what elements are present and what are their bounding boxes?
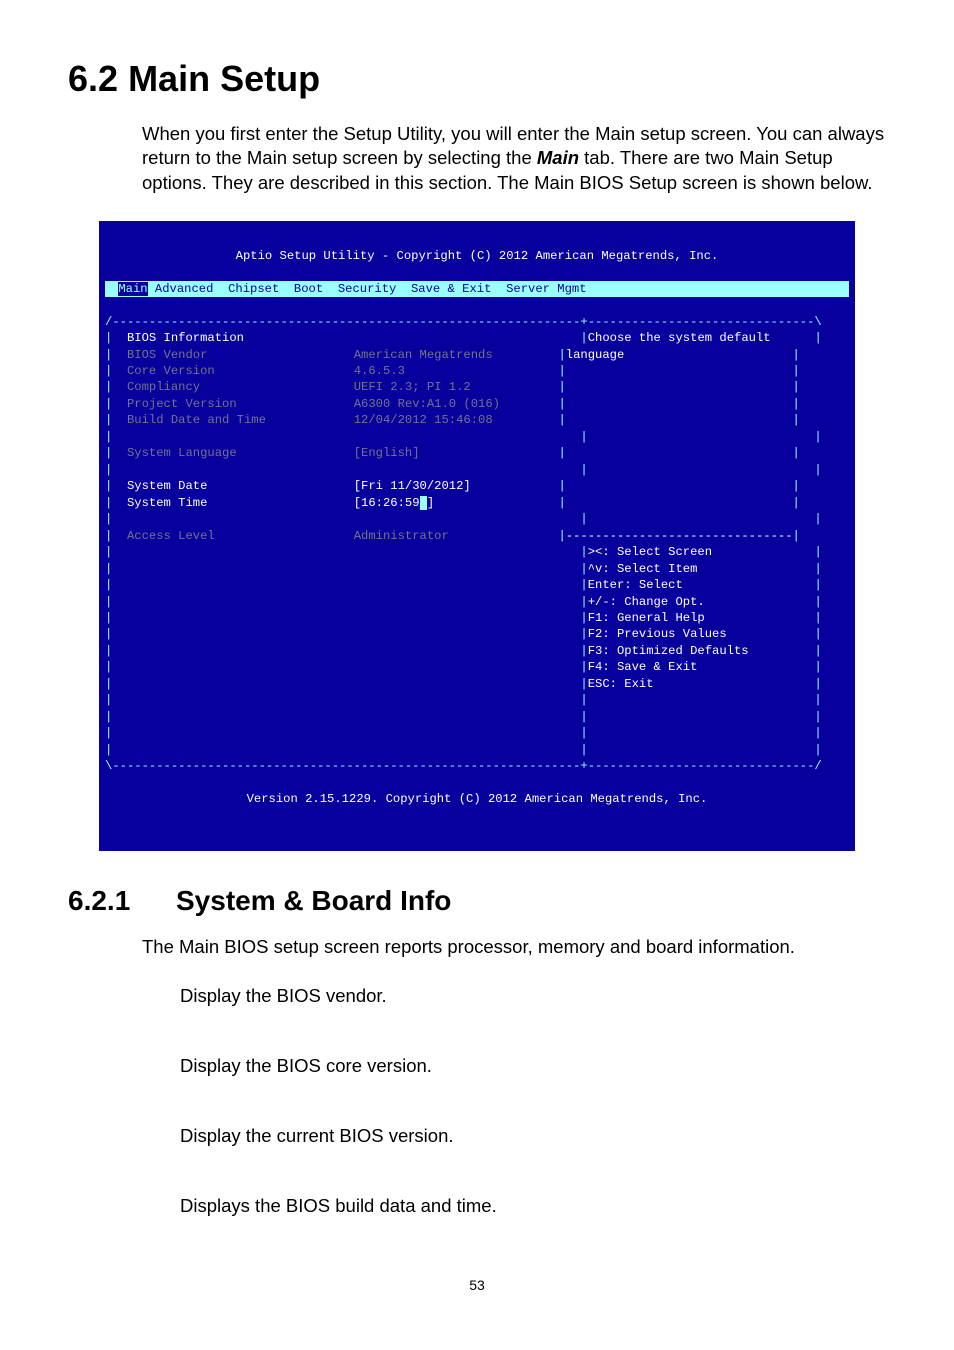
lang-value[interactable]: [English] xyxy=(354,446,420,460)
core-label: Core Version xyxy=(127,364,215,378)
desc-item-0: Display the BIOS vendor. xyxy=(180,985,886,1007)
help-key-1: ^v: Select Item xyxy=(588,562,698,576)
tab-server-mgmt[interactable]: Server Mgmt xyxy=(506,282,586,296)
section-title-text: Main Setup xyxy=(128,58,320,99)
tab-advanced[interactable]: Advanced xyxy=(155,282,214,296)
comp-value: UEFI 2.3; PI 1.2 xyxy=(354,380,471,394)
desc-item-3: Displays the BIOS build data and time. xyxy=(180,1195,886,1217)
bios-screenshot: Aptio Setup Utility - Copyright (C) 2012… xyxy=(99,221,855,850)
vendor-value: American Megatrends xyxy=(354,348,493,362)
section-number: 6.2 xyxy=(68,58,118,99)
help-key-5: F2: Previous Values xyxy=(588,627,727,641)
tab-boot[interactable]: Boot xyxy=(294,282,323,296)
core-value: 4.6.5.3 xyxy=(354,364,405,378)
section-heading: 6.2 Main Setup xyxy=(68,58,886,100)
comp-label: Compliancy xyxy=(127,380,200,394)
border-top: /---------------------------------------… xyxy=(105,315,822,329)
bios-menubar: Main Advanced Chipset Boot Security Save… xyxy=(105,281,849,297)
section-intro: When you first enter the Setup Utility, … xyxy=(142,122,886,195)
bios-footer: Version 2.15.1229. Copyright (C) 2012 Am… xyxy=(105,791,849,807)
time-cursor: _ xyxy=(420,496,427,510)
date-label: System Date xyxy=(127,479,207,493)
help-key-4: F1: General Help xyxy=(588,611,705,625)
build-value: 12/04/2012 15:46:08 xyxy=(354,413,493,427)
time-label: System Time xyxy=(127,496,207,510)
tab-chipset[interactable]: Chipset xyxy=(228,282,279,296)
date-value[interactable]: [Fri 11/30/2012] xyxy=(354,479,471,493)
tab-security[interactable]: Security xyxy=(338,282,397,296)
lang-label: System Language xyxy=(127,446,237,460)
desc-item-1: Display the BIOS core version. xyxy=(180,1055,886,1077)
bios-header: Aptio Setup Utility - Copyright (C) 2012… xyxy=(105,248,849,264)
subsection-heading: 6.2.1System & Board Info xyxy=(68,885,886,917)
subsection-title-text: System & Board Info xyxy=(176,885,451,916)
access-label: Access Level xyxy=(127,529,215,543)
page-number: 53 xyxy=(68,1277,886,1293)
subsection-intro: The Main BIOS setup screen reports proce… xyxy=(142,935,886,959)
desc-item-2: Display the current BIOS version. xyxy=(180,1125,886,1147)
time-value[interactable]: [16:26:59 xyxy=(354,496,420,510)
tab-save-exit[interactable]: Save & Exit xyxy=(411,282,491,296)
main-tab-ref: Main xyxy=(537,147,579,168)
proj-label: Project Version xyxy=(127,397,237,411)
help-key-8: ESC: Exit xyxy=(588,677,654,691)
help-key-2: Enter: Select xyxy=(588,578,683,592)
help-line1: Choose the system default xyxy=(588,331,771,345)
help-key-3: +/-: Change Opt. xyxy=(588,595,705,609)
bios-info-label: BIOS Information xyxy=(127,331,244,345)
access-value: Administrator xyxy=(354,529,449,543)
help-line2: language xyxy=(566,348,625,362)
proj-value: A6300 Rev:A1.0 (016) xyxy=(354,397,500,411)
bios-body: /---------------------------------------… xyxy=(105,314,849,775)
time-close: ] xyxy=(427,496,434,510)
build-label: Build Date and Time xyxy=(127,413,266,427)
border-bottom: \---------------------------------------… xyxy=(105,759,822,773)
tab-main[interactable]: Main xyxy=(118,282,147,296)
help-key-7: F4: Save & Exit xyxy=(588,660,698,674)
help-divider: ------------------------------- xyxy=(566,529,793,543)
help-key-0: ><: Select Screen xyxy=(588,545,712,559)
subsection-number: 6.2.1 xyxy=(68,885,176,917)
vendor-label: BIOS Vendor xyxy=(127,348,207,362)
help-key-6: F3: Optimized Defaults xyxy=(588,644,749,658)
